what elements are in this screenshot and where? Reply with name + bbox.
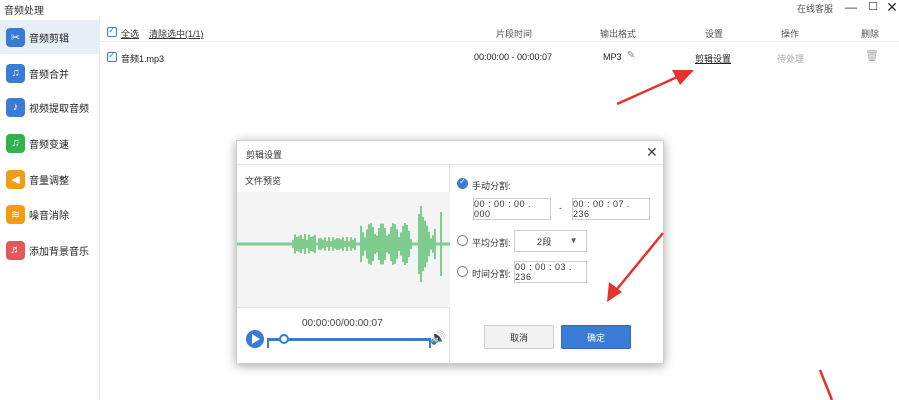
average-split-radio[interactable] xyxy=(457,235,468,246)
header-delete: 删除 xyxy=(861,29,880,39)
chevron-down-icon: ▼ xyxy=(569,236,578,245)
clip-settings-link[interactable]: 剪辑设置 xyxy=(695,52,731,65)
progress-handle[interactable] xyxy=(279,334,290,344)
row-status: 待处理 xyxy=(777,54,805,64)
waveform-graphic xyxy=(236,206,450,282)
title-bar: 音频处理 在线客服 — ☐ ✕ xyxy=(0,0,899,17)
music-merge-icon: ♫ xyxy=(6,63,25,83)
row-checkbox[interactable] xyxy=(107,50,117,62)
sidebar-item-audio-cut[interactable]: ✂ 音频剪辑 xyxy=(0,20,100,54)
select-all-link[interactable]: 全选 xyxy=(121,27,139,40)
time-readout: 00:00:00/00:00:07 xyxy=(302,318,383,329)
header-action: 操作 xyxy=(781,29,800,39)
edit-format-icon[interactable]: ✎ xyxy=(627,50,635,61)
speed-icon: ♫ xyxy=(6,133,25,153)
clip-settings-dialog: 剪辑设置 ✕ 文件预览 00:00:00/00:00:07 🔊 手动分割: 00… xyxy=(236,140,664,364)
noise-icon: ≋ xyxy=(6,204,25,224)
sidebar-item-noise[interactable]: ≋ 噪音消除 xyxy=(0,197,100,231)
sidebar: ✂ 音频剪辑 ♫ 音频合并 ♪ 视频提取音频 ♫ 音频变速 ◀ 音量调整 ≋ 噪… xyxy=(0,16,100,400)
player-controls: 00:00:00/00:00:07 🔊 xyxy=(237,307,450,364)
row-format: MP3 xyxy=(603,52,622,62)
video-extract-icon: ♪ xyxy=(6,97,25,117)
manual-split-radio[interactable] xyxy=(457,177,468,189)
range-separator: - xyxy=(559,203,562,213)
sidebar-item-speed[interactable]: ♫ 音频变速 xyxy=(0,126,100,160)
volume-icon: ◀ xyxy=(6,169,25,189)
manual-split-label: 手动分割: xyxy=(472,181,511,191)
time-split-label: 时间分割: xyxy=(472,269,511,279)
dialog-title: 剪辑设置 xyxy=(246,150,283,160)
sidebar-item-bg-music[interactable]: ♬ 添加背景音乐 xyxy=(0,233,100,267)
sidebar-item-video-extract[interactable]: ♪ 视频提取音频 xyxy=(0,90,100,124)
close-icon[interactable]: ✕ xyxy=(646,144,658,161)
header-output-format: 输出格式 xyxy=(600,29,637,39)
volume-icon[interactable]: 🔊 xyxy=(430,330,446,346)
online-service-link[interactable]: 在线客服 xyxy=(797,2,833,15)
waveform[interactable] xyxy=(236,192,450,307)
sidebar-item-label: 音频合并 xyxy=(29,69,69,81)
sidebar-item-label: 视频提取音频 xyxy=(29,103,89,115)
select-all-checkbox[interactable] xyxy=(107,25,117,37)
segments-select[interactable]: 2段 ▼ xyxy=(514,230,587,252)
preview-label: 文件预览 xyxy=(245,176,282,186)
sidebar-item-label: 音频剪辑 xyxy=(29,33,69,45)
confirm-button[interactable]: 确定 xyxy=(561,325,631,349)
header-segment-time: 片段时间 xyxy=(496,29,533,39)
sidebar-item-label: 噪音消除 xyxy=(29,210,69,222)
arrow-bottom-line xyxy=(818,369,834,400)
scissors-music-icon: ✂ xyxy=(6,27,25,47)
sidebar-item-volume[interactable]: ◀ 音量调整 xyxy=(0,162,100,196)
sidebar-item-label: 添加背景音乐 xyxy=(29,246,89,258)
header-settings: 设置 xyxy=(705,29,724,39)
sidebar-item-label: 音频变速 xyxy=(29,139,69,151)
close-window-button[interactable]: ✕ xyxy=(884,0,899,16)
time-split-radio[interactable] xyxy=(457,266,468,277)
clear-selected-link[interactable]: 清除选中(1/1) xyxy=(149,27,204,40)
play-icon[interactable] xyxy=(246,330,264,348)
trash-icon[interactable]: 🗑 xyxy=(865,49,879,62)
manual-end-input[interactable]: 00 : 00 : 07 . 236 xyxy=(572,198,650,220)
app-title: 音频处理 xyxy=(4,6,44,17)
sidebar-item-label: 音量调整 xyxy=(29,175,69,187)
table-row: 音频1.mp3 00:00:00 - 00:00:07 MP3 ✎ 剪辑设置 待… xyxy=(100,47,899,67)
split-options-panel: 手动分割: 00 : 00 : 00 . 000 - 00 : 00 : 07 … xyxy=(451,165,663,364)
minimize-button[interactable]: — xyxy=(843,0,859,16)
row-filename: 音频1.mp3 xyxy=(121,54,165,64)
cancel-button[interactable]: 取消 xyxy=(484,325,554,349)
list-header: 全选 清除选中(1/1) 片段时间 输出格式 设置 操作 删除 xyxy=(100,22,899,42)
progress-track[interactable] xyxy=(268,338,430,341)
sidebar-item-audio-merge[interactable]: ♫ 音频合并 xyxy=(0,56,100,90)
manual-start-input[interactable]: 00 : 00 : 00 . 000 xyxy=(473,198,551,220)
segments-select-value: 2段 xyxy=(537,236,553,247)
average-split-label: 平均分割: xyxy=(472,238,511,248)
arrow-to-settings-head xyxy=(672,70,694,85)
bg-music-icon: ♬ xyxy=(6,240,25,260)
preview-panel: 文件预览 00:00:00/00:00:07 🔊 xyxy=(236,165,450,364)
arrow-to-settings-line xyxy=(616,72,685,106)
range-start-handle[interactable] xyxy=(267,338,269,348)
maximize-button[interactable]: ☐ xyxy=(865,0,881,16)
dialog-header: 剪辑设置 ✕ xyxy=(237,141,663,165)
time-split-input[interactable]: 00 : 00 : 03 . 236 xyxy=(514,261,587,283)
row-segment-time: 00:00:00 - 00:00:07 xyxy=(474,52,553,62)
